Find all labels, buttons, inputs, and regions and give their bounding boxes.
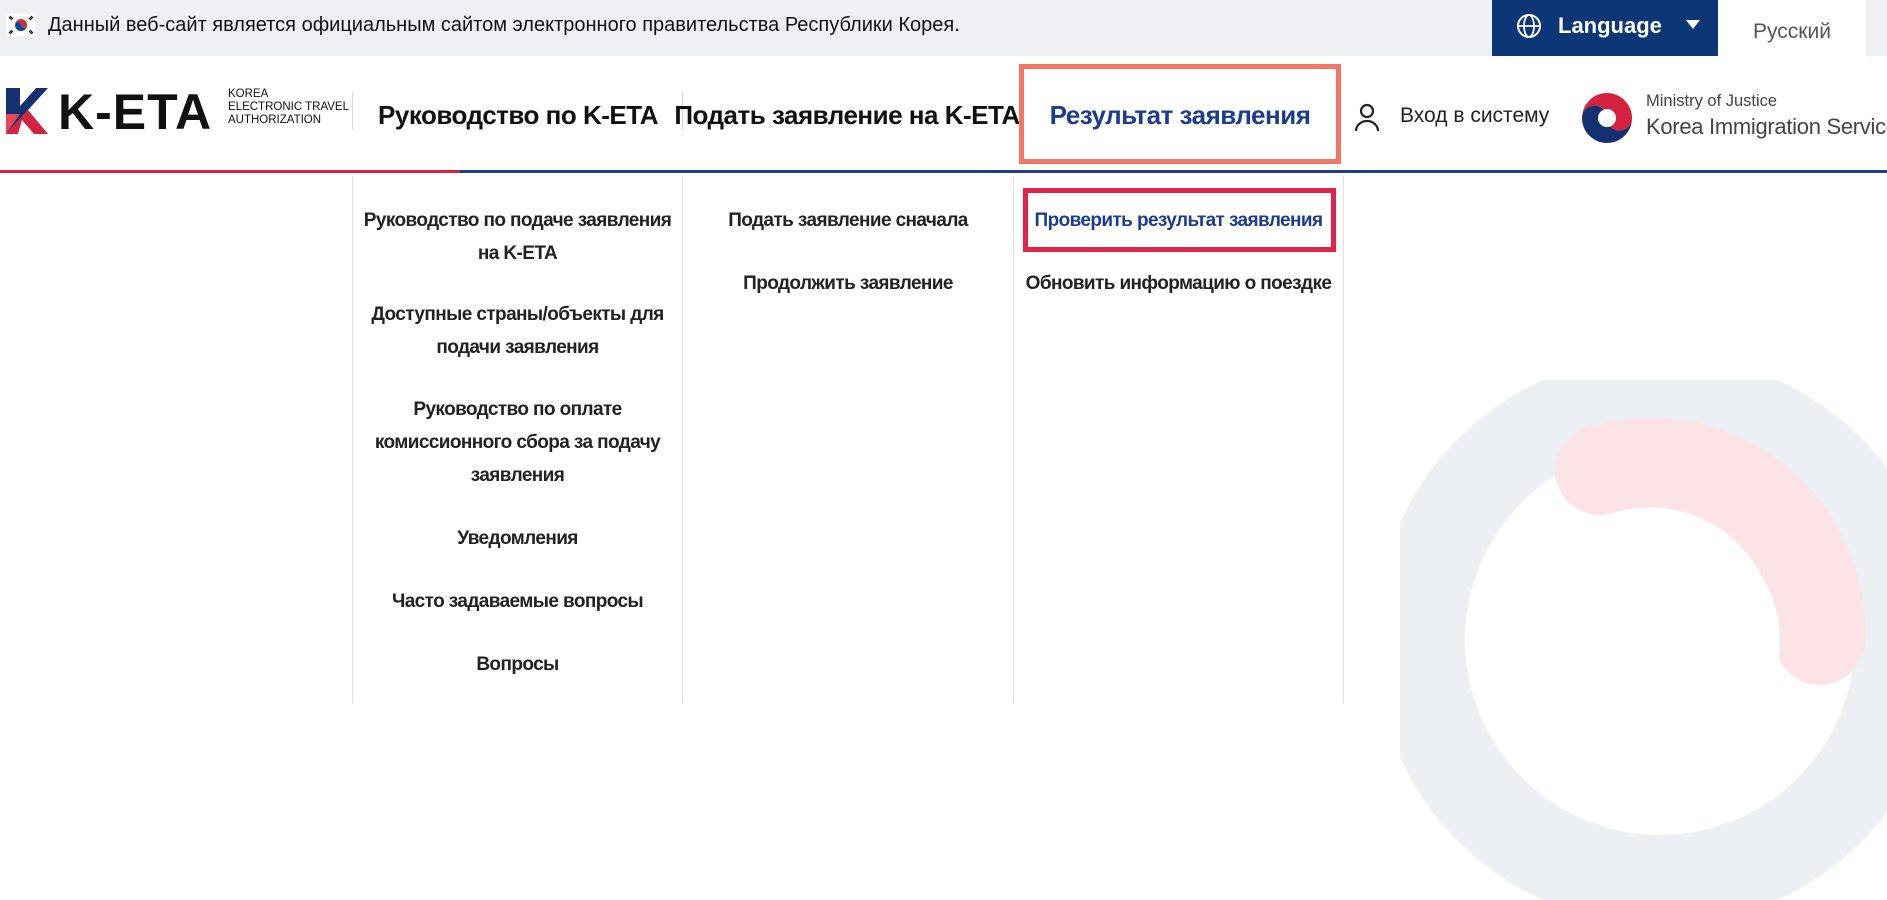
language-button[interactable]: Language (1492, 0, 1718, 56)
login-label: Вход в систему (1400, 104, 1550, 127)
current-language[interactable]: Русский (1718, 0, 1866, 64)
menu-column-apply: Подать заявление сначала Продолжить заяв… (682, 176, 1013, 703)
nav-keta-guide[interactable]: Руководство по K-ETA (360, 56, 676, 174)
mega-menu-dropdown: Руководство по подаче заявления на K-ETA… (352, 176, 1344, 703)
menu-item-fee-payment-guide[interactable]: Руководство по оплате комиссионного сбор… (353, 393, 682, 492)
menu-item-check-result[interactable]: Проверить результат заявления (1014, 204, 1343, 237)
nav-apply-keta[interactable]: Подать заявление на K-ETA (674, 56, 1020, 174)
logo-sub-line1: KOREA (228, 88, 269, 100)
logo-subtitle: KOREA ELECTRONIC TRAVEL AUTHORIZATION (228, 88, 349, 127)
menu-item-continue-application[interactable]: Продолжить заявление (683, 267, 1013, 300)
logo-sub-line2: ELECTRONIC TRAVEL (228, 101, 349, 113)
government-notice-bar: Данный веб-сайт является официальным сай… (0, 0, 1887, 64)
ministry-line1: Ministry of Justice (1646, 92, 1778, 110)
caret-down-icon (1686, 20, 1700, 29)
menu-item-eligible-countries[interactable]: Доступные страны/объекты для подачи заяв… (353, 298, 682, 364)
language-label: Language (1558, 13, 1662, 38)
header-divider (352, 92, 353, 130)
ministry-line2: Korea Immigration Service (1646, 114, 1887, 139)
menu-column-result: Проверить результат заявления Обновить и… (1013, 176, 1344, 703)
korea-emblem-watermark-icon (1400, 380, 1887, 900)
menu-item-application-guide[interactable]: Руководство по подаче заявления на K-ETA (353, 204, 682, 270)
keta-logo-mark-icon (6, 88, 48, 134)
nav-application-result[interactable]: Результат заявления (1019, 56, 1341, 174)
official-site-notice: Данный веб-сайт является официальным сай… (48, 14, 960, 36)
person-icon (1354, 103, 1380, 132)
logo-brand-text: K-ETA (58, 84, 213, 140)
menu-item-notices[interactable]: Уведомления (353, 522, 682, 555)
logo-sub-line3: AUTHORIZATION (228, 114, 322, 126)
menu-item-apply-new[interactable]: Подать заявление сначала (683, 204, 1013, 237)
menu-item-questions[interactable]: Вопросы (353, 648, 682, 681)
header-underline-blue (460, 170, 1887, 173)
menu-column-guide: Руководство по подаче заявления на K-ETA… (352, 176, 682, 703)
menu-item-faq[interactable]: Часто задаваемые вопросы (353, 585, 682, 618)
site-header: K-ETA KOREA ELECTRONIC TRAVEL AUTHORIZAT… (0, 56, 1887, 174)
korea-flag-icon (6, 13, 36, 37)
menu-item-update-travel-info[interactable]: Обновить информацию о поездке (1014, 267, 1343, 300)
globe-icon (1517, 14, 1541, 38)
korea-government-emblem-icon (1582, 93, 1632, 143)
header-underline-red (0, 170, 460, 173)
